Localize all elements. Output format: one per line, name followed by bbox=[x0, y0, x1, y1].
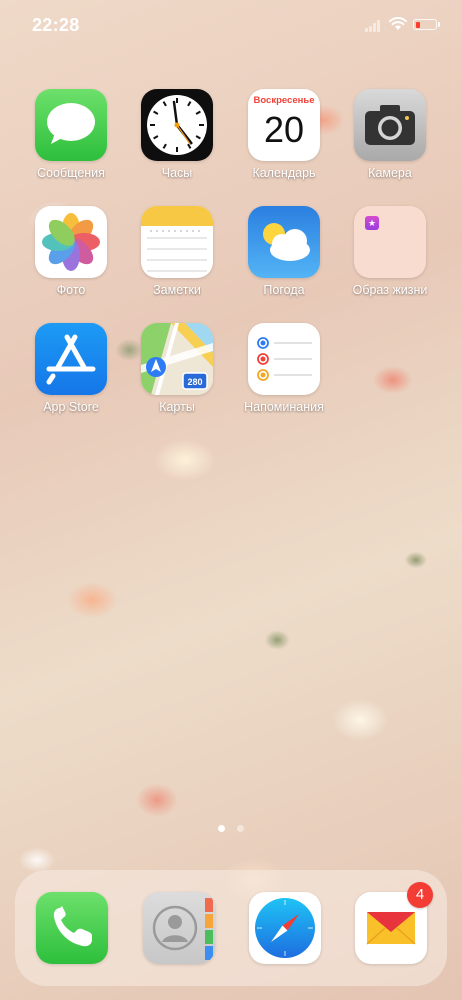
clock-icon bbox=[141, 89, 213, 161]
contacts-icon bbox=[143, 892, 215, 964]
dock: 4 bbox=[15, 870, 447, 986]
messages-icon bbox=[35, 89, 107, 161]
dock-app-mail[interactable]: 4 bbox=[355, 882, 433, 964]
app-reminders[interactable]: Напоминания bbox=[234, 323, 334, 414]
app-label-weather: Погода bbox=[263, 283, 305, 297]
dock-app-phone[interactable] bbox=[36, 892, 108, 964]
star-app-icon: ★ bbox=[365, 216, 379, 230]
highway-number: 280 bbox=[187, 377, 202, 387]
app-camera[interactable]: Камера bbox=[340, 89, 440, 180]
calendar-icon: Воскресенье 20 bbox=[248, 89, 320, 161]
page-indicator[interactable] bbox=[0, 819, 462, 837]
calendar-day-name: Воскресенье bbox=[253, 95, 315, 106]
status-time: 22:28 bbox=[32, 15, 80, 35]
weather-icon bbox=[248, 206, 320, 278]
page-dot-active[interactable] bbox=[217, 825, 225, 832]
dock-app-contacts[interactable] bbox=[143, 892, 215, 964]
app-store-icon bbox=[35, 323, 107, 395]
app-calendar[interactable]: Воскресенье 20 Календарь bbox=[234, 89, 334, 180]
camera-icon bbox=[354, 89, 426, 161]
app-photos[interactable]: Фото bbox=[21, 206, 121, 297]
page-dot[interactable] bbox=[237, 825, 245, 832]
app-lifestyle-folder[interactable]: ★ Образ жизни bbox=[340, 206, 440, 297]
app-label-camera: Камера bbox=[368, 166, 412, 180]
photos-icon bbox=[35, 206, 107, 278]
home-screen: 22:28 Сообщения Часы Воскресенье 20 Кале… bbox=[0, 0, 462, 1000]
app-weather[interactable]: Погода bbox=[234, 206, 334, 297]
cellular-signal-icon bbox=[365, 20, 381, 32]
reminders-icon bbox=[248, 323, 320, 395]
battery-icon bbox=[413, 19, 437, 30]
app-notes[interactable]: Заметки bbox=[127, 206, 227, 297]
app-label-calendar: Календарь bbox=[252, 166, 316, 180]
battery-level bbox=[415, 21, 420, 28]
calendar-date: 20 bbox=[263, 109, 305, 150]
app-maps[interactable]: 280 Карты bbox=[127, 323, 227, 414]
app-label-notes: Заметки bbox=[153, 283, 201, 297]
map-icon: 280 bbox=[141, 323, 213, 395]
app-label-reminders: Напоминания bbox=[244, 400, 324, 414]
app-label-lifestyle: Образ жизни bbox=[352, 283, 428, 297]
notes-icon bbox=[141, 206, 213, 278]
dock-app-safari[interactable] bbox=[249, 892, 321, 964]
app-label-appstore: App Store bbox=[43, 400, 99, 414]
app-label-clock: Часы bbox=[161, 166, 193, 180]
app-clock[interactable]: Часы bbox=[127, 89, 227, 180]
app-label-messages: Сообщения bbox=[37, 166, 105, 180]
wifi-icon bbox=[389, 17, 407, 30]
status-bar: 22:28 bbox=[0, 0, 462, 52]
mail-badge: 4 bbox=[407, 882, 433, 908]
app-messages[interactable]: Сообщения bbox=[21, 89, 121, 180]
compass-icon bbox=[249, 892, 321, 964]
phone-handset-icon bbox=[36, 892, 108, 964]
folder-icon: ★ bbox=[354, 206, 426, 278]
app-label-maps: Карты bbox=[159, 400, 195, 414]
battery-nub bbox=[438, 22, 440, 27]
app-label-photos: Фото bbox=[56, 283, 86, 297]
app-appstore[interactable]: App Store bbox=[21, 323, 121, 414]
